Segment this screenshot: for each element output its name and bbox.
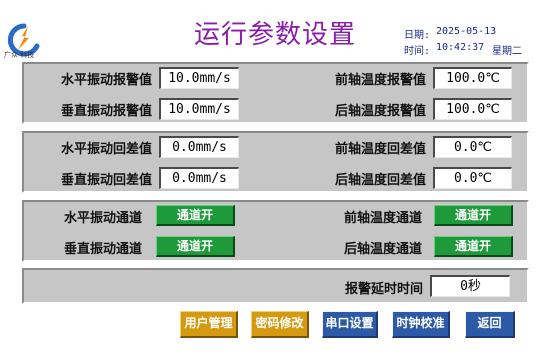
v-vib-channel-label: 垂直振动通道: [63, 242, 142, 257]
alarm-delay-label: 报警延时时间: [344, 282, 423, 297]
front-temp-alarm-label: 前轴温度报警值: [334, 73, 426, 88]
h-vib-hyst-label: 水平振动回差值: [60, 142, 152, 157]
alarm-delay-panel: 报警延时时间 0秒: [22, 268, 529, 304]
date-value: 2025-05-13: [436, 26, 497, 37]
h-vib-hyst-field[interactable]: 0.0mm/s: [159, 136, 239, 158]
back-button[interactable]: 返回: [465, 311, 515, 338]
time-label: 时间:: [404, 46, 431, 57]
hysteresis-settings-panel: 水平振动回差值 0.0mm/s 垂直振动回差值 0.0mm/s 前轴温度回差值 …: [22, 131, 529, 193]
password-change-button[interactable]: 密码修改: [251, 311, 309, 338]
h-vib-channel-label: 水平振动通道: [63, 211, 142, 226]
front-temp-hyst-field[interactable]: 0.0℃: [433, 136, 512, 158]
alarm-delay-field[interactable]: 0秒: [430, 275, 510, 297]
front-temp-channel-toggle[interactable]: 通道开: [434, 205, 513, 226]
rear-temp-channel-toggle[interactable]: 通道开: [434, 236, 513, 257]
serial-settings-button[interactable]: 串口设置: [322, 311, 378, 338]
v-vib-hyst-label: 垂直振动回差值: [60, 173, 152, 188]
front-temp-hyst-label: 前轴温度回差值: [334, 142, 426, 157]
page-title: 运行参数设置: [193, 20, 356, 50]
alarm-settings-panel: 水平振动报警值 10.0mm/s 垂直振动报警值 10.0mm/s 前轴温度报警…: [22, 62, 529, 124]
rear-temp-alarm-field[interactable]: 100.0℃: [433, 98, 512, 120]
v-vib-alarm-field[interactable]: 10.0mm/s: [159, 98, 239, 120]
h-vib-alarm-field[interactable]: 10.0mm/s: [159, 67, 239, 89]
brand-name: 广众·科技: [4, 51, 35, 59]
time-value: 10:42:37: [436, 42, 485, 53]
date-label: 日期:: [404, 30, 431, 41]
h-vib-channel-toggle[interactable]: 通道开: [156, 205, 235, 226]
rear-temp-hyst-label: 后轴温度回差值: [334, 173, 426, 188]
weekday: 星期二: [492, 46, 522, 57]
front-temp-alarm-field[interactable]: 100.0℃: [433, 67, 512, 89]
v-vib-channel-toggle[interactable]: 通道开: [156, 236, 235, 257]
user-management-button[interactable]: 用户管理: [180, 311, 238, 338]
rear-temp-hyst-field[interactable]: 0.0℃: [433, 167, 512, 189]
channel-settings-panel: 水平振动通道 通道开 垂直振动通道 通道开 前轴温度通道 通道开 后轴温度通道 …: [22, 200, 529, 262]
rear-temp-alarm-label: 后轴温度报警值: [334, 104, 426, 119]
v-vib-hyst-field[interactable]: 0.0mm/s: [159, 167, 239, 189]
v-vib-alarm-label: 垂直振动报警值: [60, 104, 152, 119]
clock-calibration-button[interactable]: 时钟校准: [392, 311, 450, 338]
h-vib-alarm-label: 水平振动报警值: [60, 73, 152, 88]
front-temp-channel-label: 前轴温度通道: [343, 211, 422, 226]
rear-temp-channel-label: 后轴温度通道: [343, 242, 422, 257]
